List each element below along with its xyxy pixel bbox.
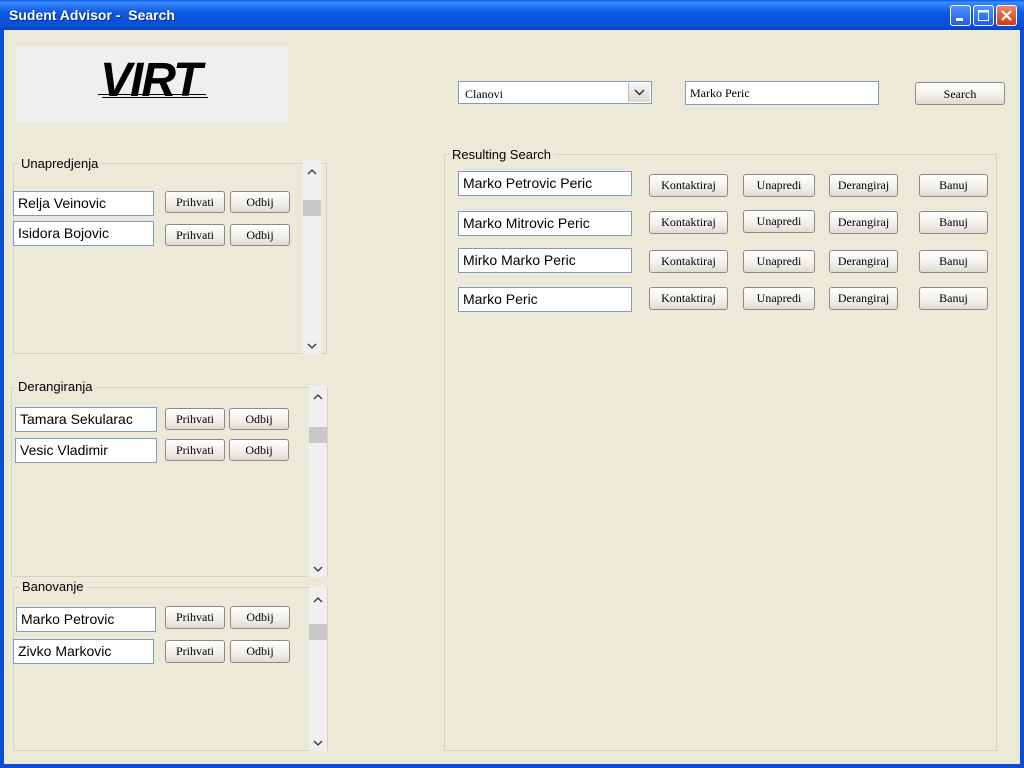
list-item-name[interactable]: Marko Petrovic — [16, 607, 156, 632]
panel-title-banovanje: Banovanje — [19, 579, 87, 594]
result-name[interactable]: Marko Mitrovic Peric — [458, 211, 632, 236]
accept-button[interactable]: Prihvati — [165, 191, 225, 213]
minimize-icon — [956, 18, 963, 21]
app-window: Sudent Advisor - Search VIRT Clanovi Mar… — [0, 0, 1024, 768]
contact-button[interactable]: Kontaktiraj — [649, 174, 728, 197]
list-item-name[interactable]: Zivko Markovic — [13, 639, 154, 664]
accept-button[interactable]: Prihvati — [165, 224, 225, 246]
scroll-thumb[interactable] — [309, 624, 327, 640]
dropdown-button[interactable] — [628, 83, 650, 102]
demote-button[interactable]: Derangiraj — [829, 211, 898, 234]
ban-button[interactable]: Banuj — [919, 250, 988, 273]
promote-button[interactable]: Unapredi — [743, 210, 815, 233]
list-item-name[interactable]: Vesic Vladimir — [15, 438, 157, 463]
promote-button[interactable]: Unapredi — [743, 287, 815, 310]
demote-button[interactable]: Derangiraj — [829, 174, 898, 197]
reject-button[interactable]: Odbij — [230, 640, 290, 663]
maximize-icon — [978, 10, 989, 21]
panel-scrollbar[interactable] — [303, 160, 321, 354]
accept-button[interactable]: Prihvati — [165, 408, 225, 430]
panel-title-derangiranja: Derangiranja — [15, 379, 96, 394]
scroll-thumb[interactable] — [303, 200, 321, 216]
contact-button[interactable]: Kontaktiraj — [649, 250, 728, 273]
reject-button[interactable]: Odbij — [229, 408, 289, 430]
logo-underline — [102, 97, 208, 98]
scroll-down-icon — [313, 740, 323, 746]
result-name[interactable]: Mirko Marko Peric — [458, 248, 632, 273]
result-name[interactable]: Marko Peric — [458, 287, 632, 312]
search-button[interactable]: Search — [915, 82, 1005, 105]
promote-button[interactable]: Unapredi — [743, 250, 815, 273]
scroll-up-icon — [313, 597, 323, 603]
accept-button[interactable]: Prihvati — [165, 640, 225, 663]
search-input[interactable]: Marko Peric — [685, 81, 879, 105]
result-name[interactable]: Marko Petrovic Peric — [458, 171, 632, 196]
reject-button[interactable]: Odbij — [230, 606, 290, 629]
chevron-down-icon — [634, 89, 645, 96]
promote-button[interactable]: Unapredi — [743, 174, 815, 197]
contact-button[interactable]: Kontaktiraj — [649, 211, 728, 234]
logo-underline — [98, 94, 206, 95]
ban-button[interactable]: Banuj — [919, 174, 988, 197]
panel-title-unapredjenja: Unapredjenja — [18, 156, 102, 171]
demote-button[interactable]: Derangiraj — [829, 250, 898, 273]
logo-text: VIRT — [100, 54, 202, 107]
logo-panel: VIRT — [16, 47, 288, 122]
maximize-button[interactable] — [973, 5, 994, 26]
accept-button[interactable]: Prihvati — [165, 606, 225, 629]
scroll-up-icon — [307, 169, 317, 175]
category-dropdown[interactable]: Clanovi — [458, 81, 652, 104]
list-item-name[interactable]: Relja Veinovic — [13, 191, 154, 216]
accept-button[interactable]: Prihvati — [165, 439, 225, 461]
close-button[interactable] — [996, 5, 1017, 26]
scroll-thumb[interactable] — [309, 427, 327, 443]
reject-button[interactable]: Odbij — [230, 191, 290, 213]
demote-button[interactable]: Derangiraj — [829, 287, 898, 310]
minimize-button[interactable] — [950, 5, 971, 26]
scroll-down-icon — [313, 566, 323, 572]
list-item-name[interactable]: Tamara Sekularac — [15, 407, 157, 432]
contact-button[interactable]: Kontaktiraj — [649, 287, 728, 310]
close-icon — [1001, 10, 1012, 21]
ban-button[interactable]: Banuj — [919, 211, 988, 234]
panel-scrollbar[interactable] — [309, 587, 327, 751]
results-title: Resulting Search — [449, 147, 554, 162]
ban-button[interactable]: Banuj — [919, 287, 988, 310]
results-panel — [444, 154, 997, 751]
scroll-down-icon — [307, 343, 317, 349]
list-item-name[interactable]: Isidora Bojovic — [13, 221, 154, 246]
panel-scrollbar[interactable] — [309, 385, 327, 577]
reject-button[interactable]: Odbij — [230, 224, 290, 246]
category-selected-value: Clanovi — [465, 87, 503, 101]
window-title: Sudent Advisor - Search — [9, 7, 175, 23]
title-bar[interactable]: Sudent Advisor - Search — [0, 0, 1024, 30]
scroll-up-icon — [313, 394, 323, 400]
client-area: VIRT Clanovi Marko Peric Search Unapredj… — [4, 30, 1020, 764]
reject-button[interactable]: Odbij — [229, 439, 289, 461]
